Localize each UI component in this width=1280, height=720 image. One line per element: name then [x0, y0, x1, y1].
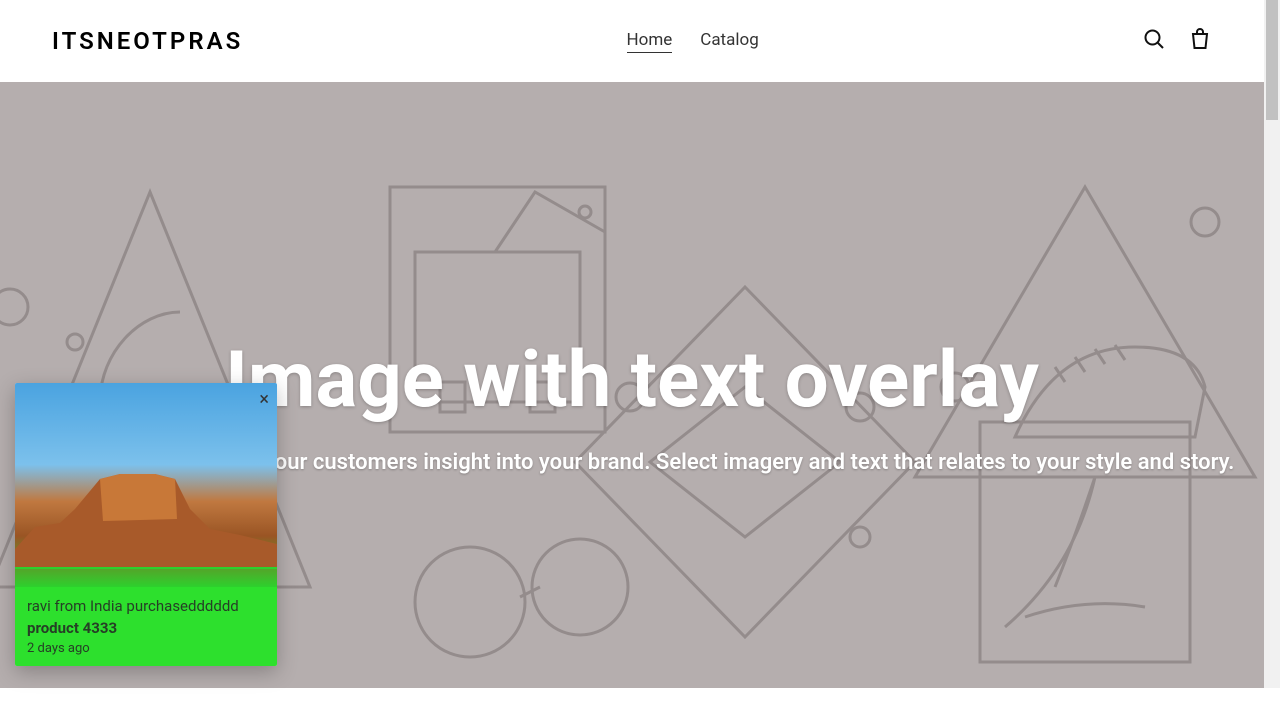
- notification-body[interactable]: ravi from India purchasedddddd product 4…: [15, 587, 277, 666]
- nav-catalog[interactable]: Catalog: [700, 30, 759, 53]
- scrollbar-thumb[interactable]: [1266, 0, 1278, 120]
- scrollbar-track[interactable]: [1264, 0, 1280, 688]
- nav-home[interactable]: Home: [627, 30, 673, 53]
- page-viewport: ITSNEOTPRAS Home Catalog: [0, 0, 1264, 688]
- notification-image: ×: [15, 383, 277, 587]
- notification-product: product 4333: [27, 619, 265, 637]
- site-logo[interactable]: ITSNEOTPRAS: [52, 27, 243, 55]
- notification-message: ravi from India purchasedddddd: [27, 597, 265, 615]
- notification-time: 2 days ago: [27, 641, 265, 656]
- close-icon[interactable]: ×: [259, 389, 269, 410]
- cart-icon[interactable]: [1188, 27, 1212, 55]
- notification-image-art: [15, 449, 277, 569]
- search-icon[interactable]: [1142, 27, 1166, 55]
- primary-nav: Home Catalog: [627, 30, 759, 53]
- header-actions: [1142, 27, 1212, 55]
- sales-notification-popup: × ravi from India purchasedddddd product…: [15, 383, 277, 666]
- site-header: ITSNEOTPRAS Home Catalog: [0, 0, 1264, 82]
